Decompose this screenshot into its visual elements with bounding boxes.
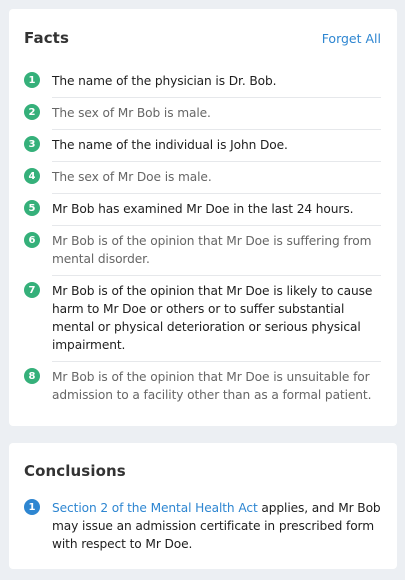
conclusions-header: Conclusions [24, 459, 381, 483]
fact-item: 4 The sex of Mr Doe is male. [24, 161, 381, 193]
fact-number-badge: 8 [24, 368, 40, 384]
fact-item: 5 Mr Bob has examined Mr Doe in the last… [24, 193, 381, 225]
fact-number-badge: 1 [24, 72, 40, 88]
fact-item: 1 The name of the physician is Dr. Bob. [24, 65, 381, 97]
fact-text: Mr Bob is of the opinion that Mr Doe is … [52, 370, 372, 402]
fact-item: 6 Mr Bob is of the opinion that Mr Doe i… [24, 225, 381, 275]
fact-number-badge: 5 [24, 200, 40, 216]
facts-card: Facts Forget All 1 The name of the physi… [9, 9, 397, 426]
fact-number-badge: 7 [24, 282, 40, 298]
mental-health-act-link[interactable]: Section 2 of the Mental Health Act [52, 501, 258, 515]
fact-item: 8 Mr Bob is of the opinion that Mr Doe i… [24, 361, 381, 411]
facts-title: Facts [24, 29, 69, 47]
fact-number-badge: 4 [24, 168, 40, 184]
fact-number-badge: 6 [24, 232, 40, 248]
fact-item: 3 The name of the individual is John Doe… [24, 129, 381, 161]
facts-list: 1 The name of the physician is Dr. Bob. … [24, 65, 381, 411]
conclusion-text: Section 2 of the Mental Health Act appli… [52, 499, 381, 553]
fact-item: 2 The sex of Mr Bob is male. [24, 97, 381, 129]
conclusions-list: 1 Section 2 of the Mental Health Act app… [24, 497, 381, 553]
facts-header: Facts Forget All [24, 26, 381, 50]
fact-number-badge: 2 [24, 104, 40, 120]
fact-number-badge: 3 [24, 136, 40, 152]
fact-item: 7 Mr Bob is of the opinion that Mr Doe i… [24, 275, 381, 361]
conclusions-card: Conclusions 1 Section 2 of the Mental He… [9, 443, 397, 569]
conclusion-number-badge: 1 [24, 499, 40, 515]
fact-text: The name of the individual is John Doe. [52, 138, 288, 152]
fact-text: Mr Bob is of the opinion that Mr Doe is … [52, 234, 372, 266]
conclusions-title: Conclusions [24, 462, 126, 480]
forget-all-button[interactable]: Forget All [322, 31, 381, 46]
fact-text: The sex of Mr Bob is male. [52, 106, 211, 120]
fact-text: The name of the physician is Dr. Bob. [52, 74, 277, 88]
conclusion-item: 1 Section 2 of the Mental Health Act app… [24, 497, 381, 553]
fact-text: Mr Bob is of the opinion that Mr Doe is … [52, 284, 373, 352]
fact-text: Mr Bob has examined Mr Doe in the last 2… [52, 202, 354, 216]
fact-text: The sex of Mr Doe is male. [52, 170, 212, 184]
